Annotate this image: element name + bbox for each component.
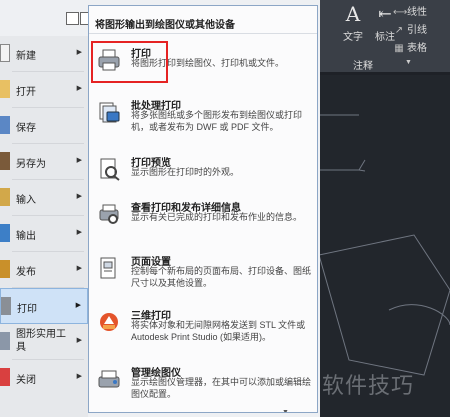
menu-top-bar [0,0,93,36]
menu-item-open[interactable]: 打开 ▶ [0,72,88,108]
drawing-geometry [319,114,450,376]
menu-item-drawing-utilities[interactable]: 图形实用工具 ▶ [0,324,88,360]
save-as-icon [0,152,10,170]
publish-icon [0,260,10,278]
new-file-icon [0,44,10,62]
chevron-right-icon: ▶ [76,49,82,56]
menu-item-label: 打印 [17,304,37,315]
submenu-item-plot-details[interactable]: 查看打印和发布详细信息 显示有关已完成的打印和发布作业的信息。 [89,196,317,248]
watermark-text: 软件技巧 [322,374,415,399]
menu-item-label: 输入 [16,195,36,206]
annotation-panel-label[interactable]: 注释 [353,57,373,72]
menu-item-label: 发布 [16,267,36,278]
printer-icon [1,297,11,315]
plot-details-icon [99,204,119,224]
scroll-down-icon[interactable]: ▼ [282,409,289,412]
menu-item-import[interactable]: 输入 ▶ [0,180,88,216]
menu-item-export[interactable]: 输出 ▶ [0,216,88,252]
table-label: 表格 [407,43,427,54]
print-highlight-box [91,41,168,83]
table-icon: ▦ [394,43,404,54]
export-icon [0,224,10,242]
submenu-item-description: 显示绘图仪管理器，在其中可以添加或编辑绘图仪配置。 [131,377,312,399]
menu-item-label: 关闭 [16,375,36,386]
menu-item-save[interactable]: 保存 [0,108,88,144]
close-icon [0,368,10,386]
leader-label: 引线 [407,25,427,36]
submenu-item-page-setup[interactable]: 页面设置 控制每个新布局的页面布局、打印设备、图纸尺寸以及其他设置。 [89,250,317,302]
linear-button[interactable]: ⟷线性 [393,3,427,18]
menu-item-label: 图形实用工具 [16,329,66,353]
submenu-header: 将图形输出到绘图仪或其他设备 [95,20,235,31]
text-button-label: 文字 [343,32,363,43]
document-icon[interactable] [66,12,79,25]
dimension-button-label: 标注 [375,32,395,43]
linear-label: 线性 [407,7,427,18]
submenu-divider [89,33,317,34]
chevron-right-icon: ▶ [76,373,82,380]
import-icon [0,188,10,206]
plotter-manager-icon [98,370,120,388]
menu-item-close[interactable]: 关闭 ▶ [0,360,88,396]
leader-button[interactable]: ↗ 引线 [393,21,427,36]
save-icon [0,116,10,134]
menu-item-new[interactable]: 新建 ▶ [0,36,88,72]
menu-item-label: 输出 [16,231,36,242]
menu-item-label: 打开 [16,87,36,98]
batch-plot-icon [99,102,120,123]
plot-preview-icon [100,158,120,181]
chevron-right-icon: ▶ [76,229,82,236]
menu-item-label: 新建 [16,51,36,62]
utilities-icon [0,332,10,350]
menu-item-save-as[interactable]: 另存为 ▶ [0,144,88,180]
text-icon: A [345,2,361,26]
chevron-right-icon: ▶ [76,157,82,164]
open-folder-icon [0,80,10,98]
submenu-item-3d-print[interactable]: 三维打印 将实体对象和无间隙网格发送到 STL 文件或 Autodesk Pri… [89,304,317,356]
chevron-right-icon: ▶ [75,302,81,309]
menu-item-print[interactable]: 打印 ▶ [0,288,88,324]
chevron-right-icon: ▶ [76,85,82,92]
chevron-right-icon: ▶ [76,193,82,200]
submenu-item-batch-plot[interactable]: 批处理打印 将多张图纸或多个图形发布到绘图仪或打印机，或者发布为 DWF 或 P… [89,94,317,146]
submenu-item-description: 将多张图纸或多个图形发布到绘图仪或打印机，或者发布为 DWF 或 PDF 文件。 [131,110,303,132]
menu-item-label: 另存为 [16,159,46,170]
text-button[interactable]: A 文字 [337,0,369,50]
3d-print-icon [100,313,118,331]
submenu-item-description: 显示图形在打印时的外观。 [131,167,240,177]
chevron-down-icon[interactable]: ▼ [405,59,412,66]
submenu-item-description: 控制每个新布局的页面布局、打印设备、图纸尺寸以及其他设置。 [131,266,312,288]
drawing-canvas[interactable] [319,75,450,417]
linear-icon: ⟷ [393,7,408,18]
submenu-item-description: 将实体对象和无间隙网格发送到 STL 文件或 Autodesk Print St… [131,320,306,342]
chevron-right-icon: ▶ [76,337,82,344]
menu-item-publish[interactable]: 发布 ▶ [0,252,88,288]
submenu-item-description: 显示有关已完成的打印和发布作业的信息。 [131,212,303,222]
submenu-item-manage-plotters[interactable]: 管理绘图仪 显示绘图仪管理器，在其中可以添加或编辑绘图仪配置。 [89,361,317,412]
menu-item-label: 保存 [16,123,36,134]
table-button[interactable]: ▦ 表格 [393,39,427,54]
page-setup-icon [100,257,116,279]
chevron-right-icon: ▶ [76,265,82,272]
leader-icon: ↗ [394,25,404,36]
